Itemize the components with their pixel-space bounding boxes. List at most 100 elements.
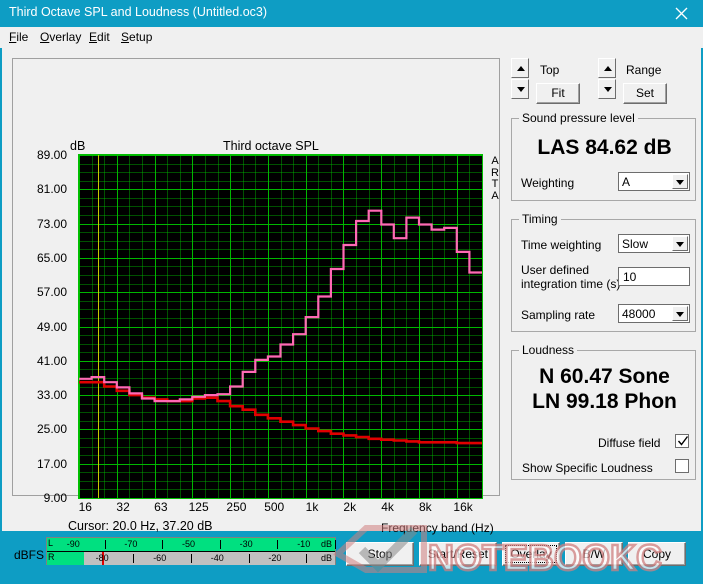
meter-right-channel-label: R (48, 552, 55, 562)
integration-time-value: 10 (623, 270, 637, 284)
top-spinner[interactable] (511, 58, 529, 100)
meter-tick-label: -80 (95, 553, 109, 563)
meter-tick-mark (191, 554, 192, 563)
loudness-group: Loudness N 60.47 Sone LN 99.18 Phon Diff… (511, 343, 696, 480)
y-tick-label: 65.00 (36, 250, 67, 265)
client-area: dB Third octave SPL 89.00 81.00 73.00 65.00… (0, 48, 703, 579)
range-spinner-up[interactable] (598, 58, 616, 78)
y-tick-label: 41.00 (36, 353, 67, 368)
window-title: Third Octave SPL and Loudness (Untitled.… (9, 5, 268, 19)
timing-title: Timing (519, 212, 561, 226)
weighting-select[interactable]: A (618, 172, 690, 191)
integration-time-label-line2: integration time (s) (521, 277, 621, 291)
meter-tick-mark (133, 554, 135, 563)
y-tick-label: 33.00 (36, 388, 67, 403)
menu-item-setup[interactable]: Setup (121, 30, 152, 44)
menu-item-overlay[interactable]: Overlay (40, 30, 81, 44)
integration-time-label-line1: User defined (521, 263, 590, 277)
start-reset-button[interactable]: Start/Reset (419, 542, 497, 566)
y-tick-label: 81.00 (36, 182, 67, 197)
plot-area[interactable] (78, 154, 483, 499)
y-axis-ticks: 89.00 81.00 73.00 65.00 57.00 49.00 41.00 33.00… (13, 147, 75, 507)
diffuse-field-checkbox[interactable] (675, 434, 689, 448)
x-tick-label: 2k (343, 500, 357, 514)
integration-time-input[interactable]: 10 (618, 267, 690, 286)
series-third-octave-spl (79, 209, 482, 403)
x-tick-label: 500 (264, 500, 285, 514)
top-spinner-up[interactable] (511, 58, 529, 78)
chevron-down-icon[interactable] (672, 174, 688, 189)
specific-loudness-checkbox[interactable] (675, 459, 689, 473)
graph-panel: dB Third octave SPL 89.00 81.00 73.00 65.00… (12, 58, 500, 535)
chevron-down-icon[interactable] (672, 306, 688, 321)
diffuse-field-label: Diffuse field (598, 436, 661, 450)
close-icon[interactable] (660, 0, 703, 25)
fit-button[interactable]: Fit (536, 83, 580, 104)
loudness-sone-value: N 60.47 Sone (539, 365, 670, 388)
meter-left-channel-label: L (48, 538, 54, 548)
overlay-button[interactable]: Overlay (502, 542, 560, 566)
application-window: Third Octave SPL and Loudness (Untitled.… (0, 0, 703, 579)
range-spinner-down[interactable] (598, 79, 616, 99)
meter-row-left[interactable]: L -90 -70 -50 -30 -10 dB (47, 538, 336, 551)
range-spinner[interactable] (598, 58, 616, 100)
chevron-down-icon[interactable] (672, 236, 688, 251)
stop-button[interactable]: Stop (346, 542, 414, 566)
x-tick-label: 16k (453, 500, 473, 514)
meter-row-right[interactable]: R -80 -60 -40 -20 dB (47, 552, 335, 565)
loudness-phon-value: LN 99.18 Phon (532, 390, 677, 413)
time-weighting-label: Time weighting (521, 238, 602, 252)
menu-item-label: ile (16, 30, 29, 44)
meter-tick-label: -60 (153, 553, 167, 563)
level-meters: L -90 -70 -50 -30 -10 dB R -80 -60 -40 -20 dB (46, 537, 336, 565)
set-button[interactable]: Set (623, 83, 667, 104)
chart-title: Third octave SPL (223, 139, 319, 153)
meter-tick-label: dB (321, 553, 333, 563)
meter-tick-label: -90 (66, 539, 80, 549)
menu-bar: File Overlay Edit Setup (0, 27, 703, 48)
sound-pressure-level-group: Sound pressure level LAS 84.62 dB Weight… (511, 111, 696, 201)
menu-item-label: etup (129, 30, 153, 44)
y-tick-label: 17.00 (36, 456, 67, 471)
x-tick-label: 250 (226, 500, 247, 514)
x-axis-ticks: 16 32 63 125 250 500 1k 2k 4k 8k 16k (13, 500, 499, 520)
sampling-rate-select[interactable]: 48000 (618, 304, 690, 323)
copy-button[interactable]: Copy (628, 542, 686, 566)
transport-button-bar: Stop Start/Reset Overlay B/W Copy (346, 542, 696, 566)
x-tick-label: 8k (418, 500, 432, 514)
top-spinner-down[interactable] (511, 79, 529, 99)
menu-item-label: dit (97, 30, 110, 44)
menu-accel: E (89, 30, 98, 44)
range-label: Range (626, 63, 662, 77)
meter-tick-label: -30 (239, 539, 253, 549)
x-tick-label: 63 (154, 500, 168, 514)
cursor-readout: Cursor: 20.0 Hz, 37.20 dB (68, 519, 213, 533)
menu-item-edit[interactable]: Edit (89, 30, 110, 44)
menu-item-label: verlay (49, 30, 82, 44)
arta-watermark-label: ARTA (491, 155, 499, 202)
meter-tick-mark (335, 540, 336, 549)
x-tick-label: 4k (381, 500, 394, 514)
b-w-button[interactable]: B/W (565, 542, 623, 566)
sampling-rate-value: 48000 (622, 307, 656, 321)
button-label: Overlay (505, 545, 557, 563)
time-weighting-select[interactable]: Slow (618, 234, 690, 253)
y-tick-label: 57.00 (36, 285, 67, 300)
menu-item-file[interactable]: File (9, 30, 28, 44)
weighting-label: Weighting (521, 176, 575, 190)
menu-accel: O (40, 30, 50, 44)
y-tick-label: 25.00 (36, 422, 67, 437)
meter-tick-label: -40 (210, 553, 224, 563)
loudness-title: Loudness (519, 343, 578, 357)
menu-accel: S (121, 30, 130, 44)
timing-group: Timing Time weighting Slow User defined … (511, 212, 696, 332)
x-tick-label: 125 (188, 500, 209, 514)
time-weighting-value: Slow (622, 237, 649, 251)
meter-tick-label: -70 (124, 539, 138, 549)
meter-unit-label: dBFS (14, 548, 45, 562)
sampling-rate-label: Sampling rate (521, 308, 596, 322)
weighting-value: A (622, 175, 631, 189)
meter-tick-mark (248, 554, 250, 563)
right-control-panel: Top Fit Range Set Sound pressure level L… (507, 58, 699, 496)
x-tick-label: 32 (116, 500, 130, 514)
